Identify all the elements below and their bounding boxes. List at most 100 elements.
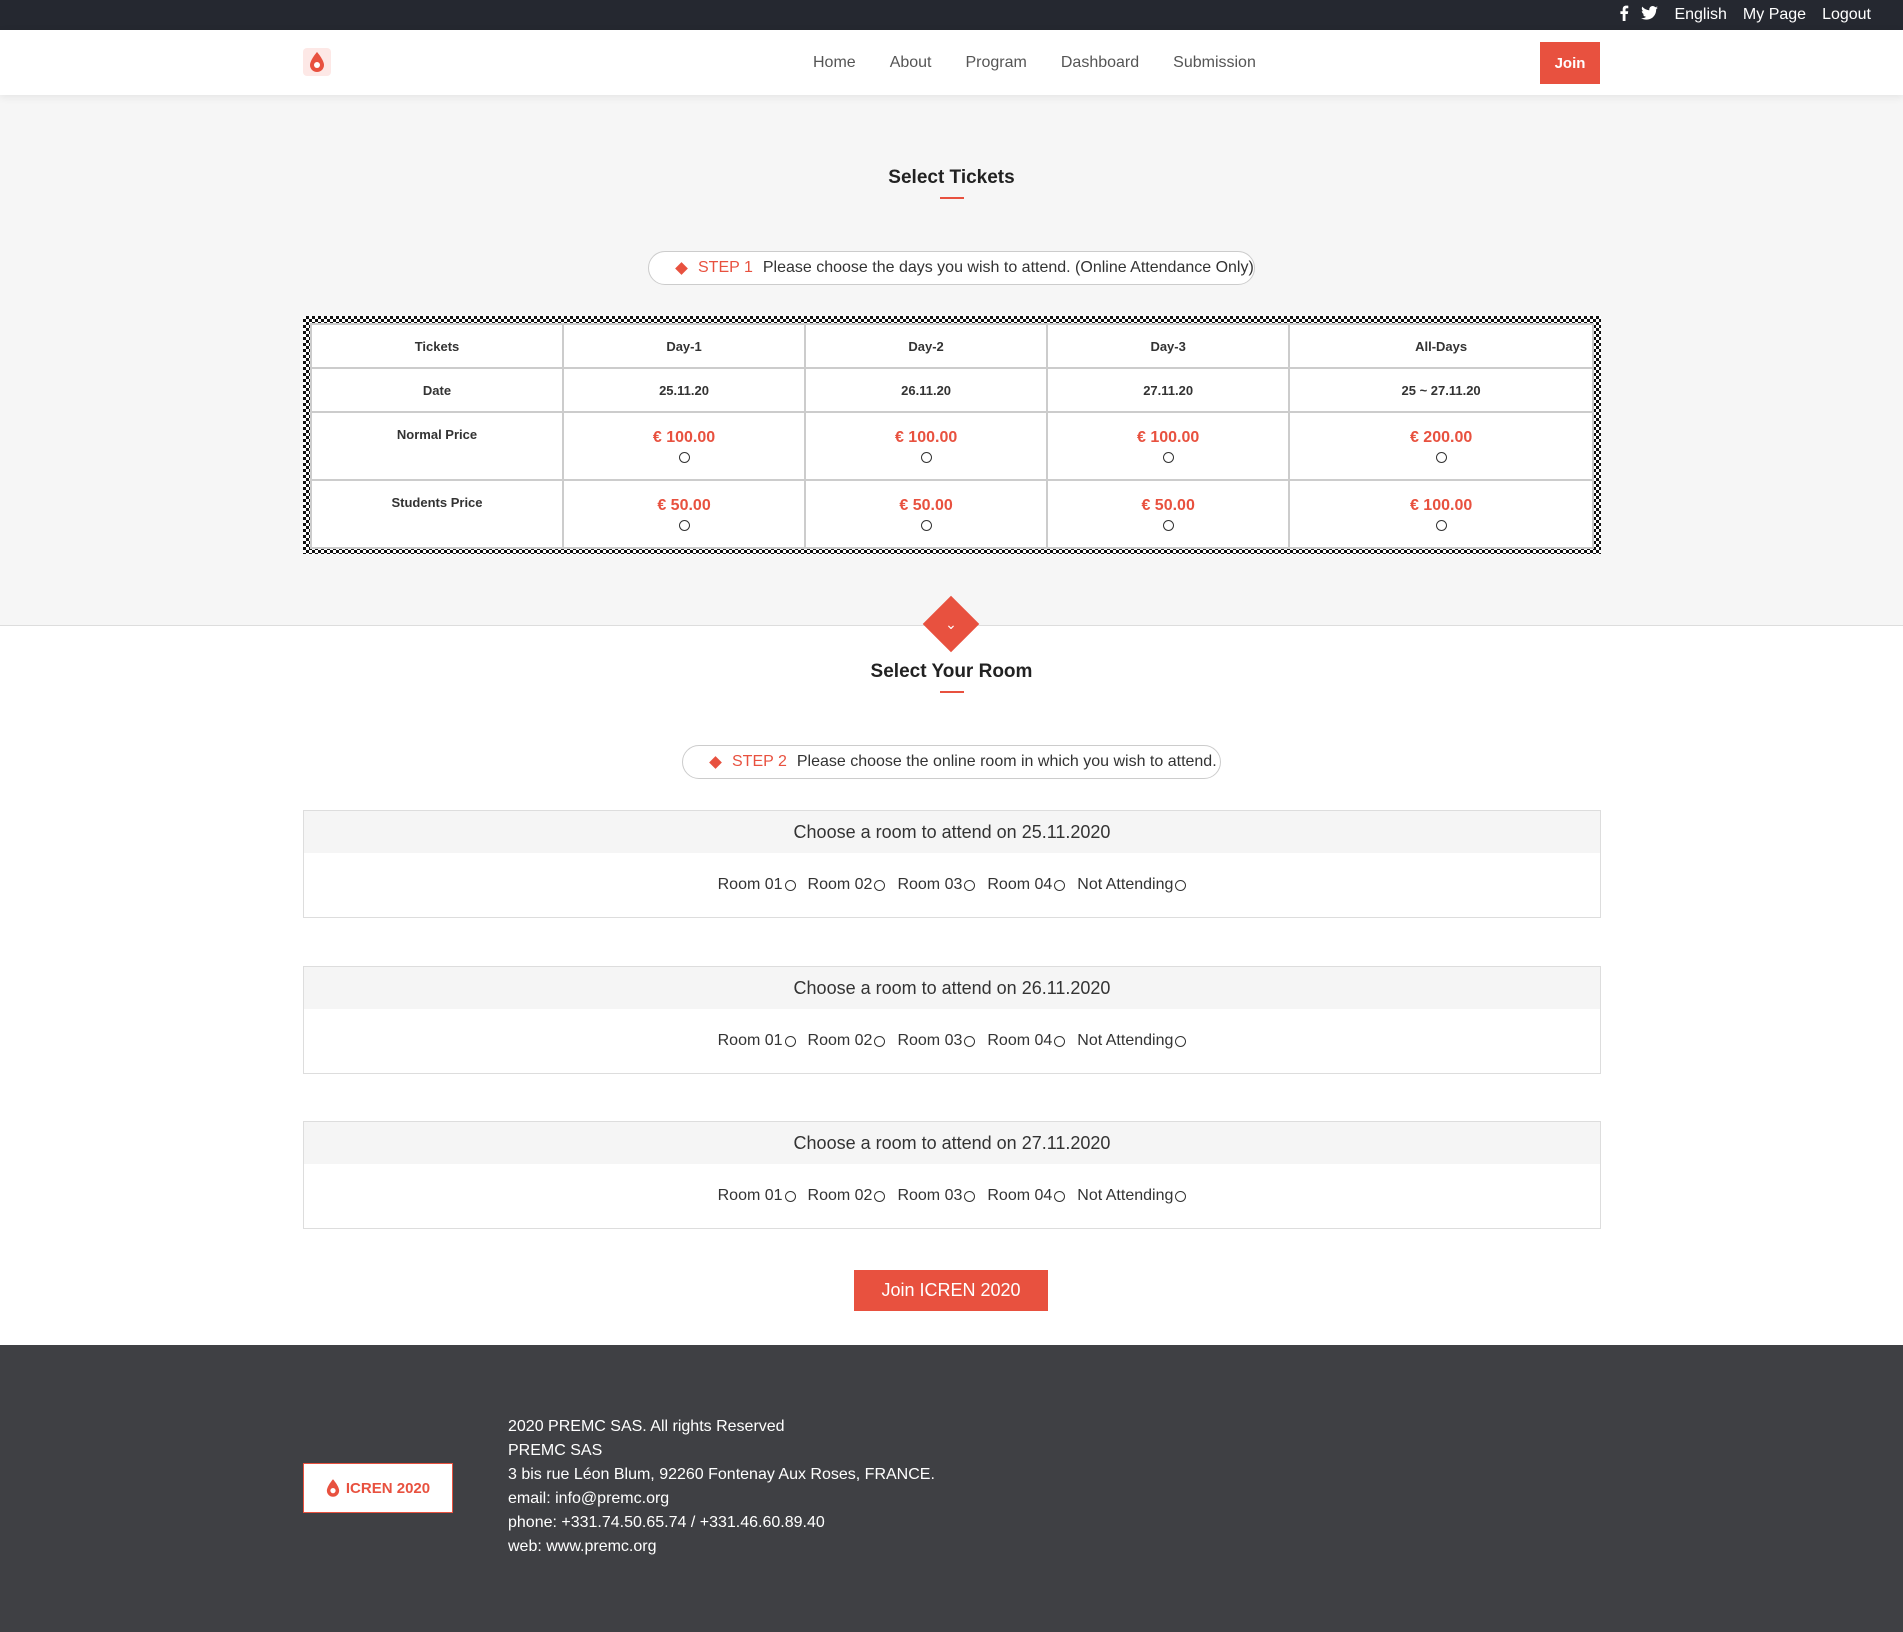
student-price-all-days: € 100.00 (1288, 479, 1594, 549)
room-radio[interactable] (784, 1190, 796, 1202)
room-radio[interactable] (964, 1035, 976, 1047)
room-03-option[interactable]: Room 03 (897, 1187, 976, 1205)
normal-day-1-radio[interactable] (678, 452, 690, 464)
room-02-option[interactable]: Room 02 (808, 1032, 886, 1050)
price-value: € 50.00 (1141, 496, 1195, 514)
date-day-2: 26.11.20 (804, 367, 1049, 413)
room-options: Room 01 Room 02 Room 03 Room 04 Not Atte… (304, 853, 1600, 917)
logout-link[interactable]: Logout (1822, 6, 1871, 24)
footer-logo[interactable]: ICREN 2020 (303, 1463, 453, 1513)
footer-email[interactable]: email: info@premc.org (508, 1487, 935, 1511)
room-radio[interactable] (874, 879, 886, 891)
language-link[interactable]: English (1674, 6, 1726, 24)
room-options: Room 01 Room 02 Room 03 Room 04 Not Atte… (304, 1009, 1600, 1073)
room-radio[interactable] (964, 1190, 976, 1202)
facebook-icon[interactable] (1619, 5, 1629, 26)
room-radio[interactable] (964, 879, 976, 891)
room-02-option[interactable]: Room 02 (808, 1187, 886, 1205)
nav-home[interactable]: Home (813, 54, 856, 72)
room-panel-heading: Choose a room to attend on 27.11.2020 (304, 1122, 1600, 1164)
not-attending-option[interactable]: Not Attending (1077, 876, 1187, 894)
room-options: Room 01 Room 02 Room 03 Room 04 Not Atte… (304, 1164, 1600, 1228)
nav-dashboard[interactable]: Dashboard (1061, 54, 1139, 72)
normal-day-3-radio[interactable] (1162, 452, 1174, 464)
room-radio[interactable] (1175, 879, 1187, 891)
option-label: Not Attending (1077, 876, 1174, 893)
students-price-label: Students Price (310, 479, 564, 549)
option-label: Not Attending (1077, 1187, 1174, 1204)
room-radio[interactable] (1054, 1190, 1066, 1202)
normal-day-2-radio[interactable] (920, 452, 932, 464)
price-value: € 100.00 (652, 428, 716, 446)
scroll-down-button[interactable]: ⌄ (922, 595, 980, 653)
header-tickets: Tickets (310, 323, 564, 369)
option-label: Not Attending (1077, 1032, 1174, 1049)
my-page-link[interactable]: My Page (1743, 6, 1806, 24)
header-day-2: Day-2 (804, 323, 1049, 369)
room-radio[interactable] (784, 1035, 796, 1047)
room-radio[interactable] (874, 1035, 886, 1047)
header-day-1: Day-1 (561, 323, 807, 369)
tickets-title-underline (940, 197, 964, 199)
not-attending-option[interactable]: Not Attending (1077, 1032, 1187, 1050)
twitter-icon[interactable] (1641, 5, 1659, 25)
date-all-days: 25 ~ 27.11.20 (1288, 367, 1594, 413)
student-day-1-radio[interactable] (678, 520, 690, 532)
step-diamond-icon (709, 755, 722, 769)
step-1-text: Please choose the days you wish to atten… (762, 259, 1254, 276)
ticket-date-row: Date 25.11.20 26.11.20 27.11.20 25 ~ 27.… (310, 367, 1594, 413)
student-day-2-radio[interactable] (920, 520, 932, 532)
nav-program[interactable]: Program (966, 54, 1027, 72)
tickets-title: Select Tickets (888, 167, 1015, 188)
drop-logo-icon (326, 1479, 340, 1497)
room-01-option[interactable]: Room 01 (718, 876, 796, 894)
room-radio[interactable] (1175, 1035, 1187, 1047)
footer-address: 3 bis rue Léon Blum, 92260 Fontenay Aux … (508, 1466, 935, 1483)
nav-about[interactable]: About (890, 54, 932, 72)
student-price-day-2: € 50.00 (804, 479, 1049, 549)
option-label: Room 03 (897, 876, 963, 893)
step-2-label: STEP 2 (732, 753, 787, 770)
join-icren-button[interactable]: Join ICREN 2020 (854, 1270, 1048, 1311)
room-panel-day-2: Choose a room to attend on 26.11.2020 Ro… (303, 966, 1601, 1074)
room-radio[interactable] (874, 1190, 886, 1202)
option-label: Room 01 (717, 1032, 783, 1049)
student-all-days-radio[interactable] (1435, 520, 1447, 532)
option-label: Room 03 (897, 1187, 963, 1204)
room-04-option[interactable]: Room 04 (987, 1032, 1066, 1050)
nav-submission[interactable]: Submission (1173, 54, 1256, 72)
room-panel-day-1: Choose a room to attend on 25.11.2020 Ro… (303, 810, 1601, 918)
price-value: € 100.00 (1409, 496, 1473, 514)
nav-links: Home About Program Dashboard Submission (813, 30, 1256, 95)
footer-company: PREMC SAS (508, 1442, 603, 1459)
price-value: € 200.00 (1409, 428, 1473, 446)
room-01-option[interactable]: Room 01 (718, 1032, 796, 1050)
room-02-option[interactable]: Room 02 (808, 876, 886, 894)
drop-logo-icon (310, 52, 324, 72)
ticket-student-row: Students Price € 50.00 € 50.00 € 50.00 €… (310, 479, 1594, 549)
room-04-option[interactable]: Room 04 (987, 1187, 1066, 1205)
room-04-option[interactable]: Room 04 (987, 876, 1066, 894)
ticket-normal-row: Normal Price € 100.00 € 100.00 € 100.00 … (310, 411, 1594, 481)
step-1-label: STEP 1 (698, 259, 753, 276)
room-03-option[interactable]: Room 03 (897, 1032, 976, 1050)
room-radio[interactable] (784, 879, 796, 891)
room-panel-heading: Choose a room to attend on 26.11.2020 (304, 967, 1600, 1009)
join-button[interactable]: Join (1540, 42, 1600, 84)
site-logo[interactable] (303, 48, 331, 76)
top-bar: English My Page Logout (0, 0, 1903, 30)
room-03-option[interactable]: Room 03 (897, 876, 976, 894)
room-radio[interactable] (1054, 1035, 1066, 1047)
step-2-pill: STEP 2 Please choose the online room in … (682, 745, 1221, 779)
not-attending-option[interactable]: Not Attending (1077, 1187, 1187, 1205)
step-1-pill: STEP 1 Please choose the days you wish t… (648, 251, 1255, 285)
student-day-3-radio[interactable] (1162, 520, 1174, 532)
room-01-option[interactable]: Room 01 (718, 1187, 796, 1205)
footer-copyright: 2020 PREMC SAS. All rights Reserved (508, 1418, 785, 1435)
main-navbar: Home About Program Dashboard Submission … (0, 30, 1903, 95)
normal-all-days-radio[interactable] (1435, 452, 1447, 464)
room-radio[interactable] (1175, 1190, 1187, 1202)
footer-web[interactable]: web: www.premc.org (508, 1535, 935, 1559)
normal-price-day-1: € 100.00 (561, 411, 807, 481)
room-radio[interactable] (1054, 879, 1066, 891)
